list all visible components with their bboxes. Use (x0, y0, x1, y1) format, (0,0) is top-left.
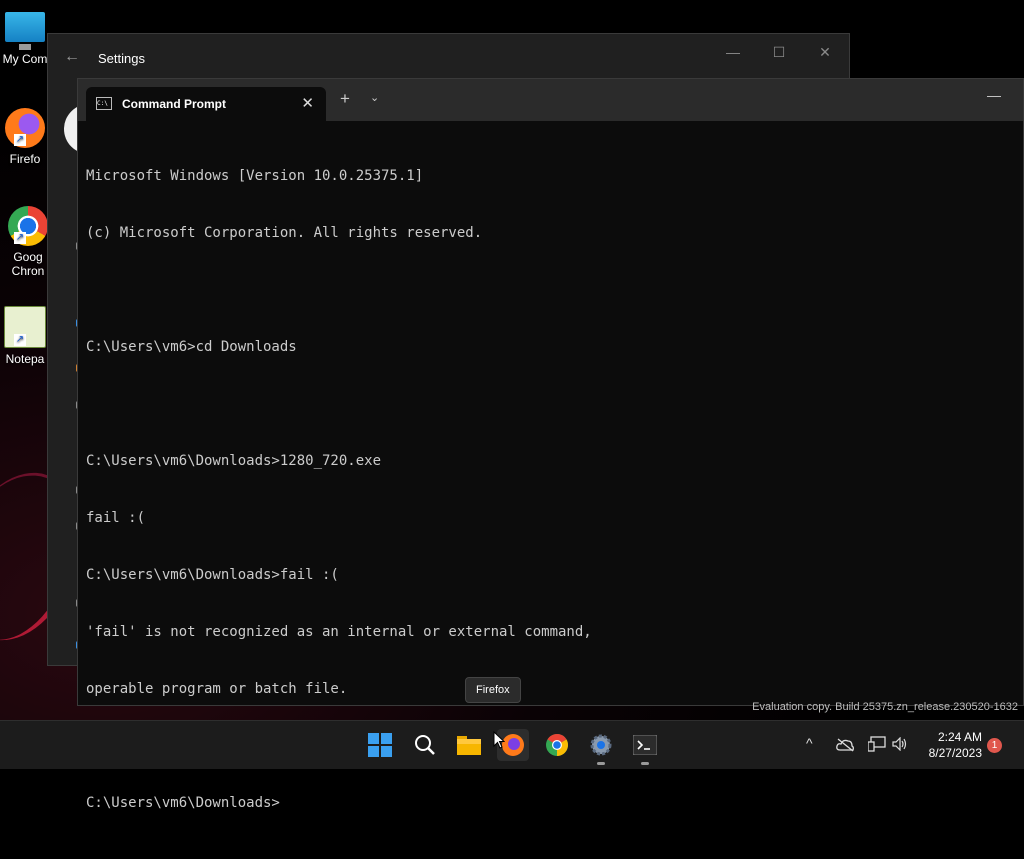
settings-title: Settings (98, 51, 145, 66)
computer-icon (5, 12, 45, 42)
shortcut-arrow-icon: ↗ (14, 232, 26, 244)
desktop-icon-label: Notepa (5, 352, 45, 366)
volume-icon[interactable] (892, 737, 908, 751)
desktop-icon-notepad[interactable]: ↗ Notepa (0, 306, 50, 366)
tab-label: Command Prompt (122, 97, 227, 111)
terminal-taskbar-button[interactable] (629, 729, 661, 765)
start-button[interactable] (364, 729, 396, 761)
desktop-icon-label: Firefo (9, 152, 41, 166)
tab-command-prompt[interactable]: C:\ Command Prompt ✕ (86, 87, 326, 121)
settings-close-button[interactable]: ✕ (810, 44, 840, 61)
settings-titlebar[interactable]: ← Settings — ☐ ✕ (48, 34, 849, 82)
evaluation-watermark: Evaluation copy. Build 25375.zn_release.… (752, 701, 1018, 713)
clock-date: 8/27/2023 (928, 746, 982, 760)
terminal-line: fail :( (86, 510, 146, 526)
new-tab-button[interactable]: + (340, 89, 350, 109)
system-clock[interactable]: 2:24 AM 8/27/2023 (929, 729, 982, 761)
chrome-icon (546, 734, 568, 756)
back-arrow-icon[interactable]: ← (64, 48, 80, 66)
running-indicator (641, 762, 649, 765)
settings-minimize-button[interactable]: — (718, 44, 748, 60)
desktop-icon-label: My Com (2, 52, 48, 66)
shortcut-arrow-icon: ↗ (14, 334, 26, 346)
terminal-titlebar[interactable]: C:\ Command Prompt ✕ + ⌄ — (78, 79, 1023, 121)
show-hidden-icons-button[interactable]: ^ (806, 735, 813, 751)
chevron-down-icon[interactable]: ⌄ (370, 91, 379, 104)
search-button[interactable] (409, 729, 441, 761)
terminal-prompt-line[interactable]: C:\Users\vm6\Downloads> (86, 794, 1015, 813)
desktop-icon-my-computer[interactable]: My Com (0, 10, 50, 66)
shortcut-arrow-icon: ↗ (14, 134, 26, 146)
settings-icon (590, 734, 612, 756)
terminal-line: operable program or batch file. (86, 681, 348, 697)
cmd-icon: C:\ (96, 97, 112, 110)
terminal-line: (c) Microsoft Corporation. All rights re… (86, 225, 483, 241)
chrome-taskbar-button[interactable] (541, 729, 573, 761)
clock-time: 2:24 AM (937, 730, 982, 744)
terminal-line: 'fail' is not recognized as an internal … (86, 624, 592, 640)
taskbar: ^ 2:24 AM 8/27/2023 1 (0, 720, 1024, 769)
desktop-icon-label: Goog Chron (11, 250, 45, 278)
settings-maximize-button[interactable]: ☐ (764, 44, 794, 61)
terminal-line: C:\Users\vm6\Downloads>fail :( (86, 567, 339, 583)
close-icon[interactable]: ✕ (301, 94, 314, 112)
terminal-line: C:\Users\vm6>cd Downloads (86, 339, 297, 355)
search-icon (415, 735, 435, 755)
terminal-minimize-button[interactable]: — (987, 87, 1001, 103)
taskbar-tooltip: Firefox (465, 677, 521, 703)
network-icon[interactable] (868, 736, 886, 752)
onedrive-icon[interactable] (836, 738, 854, 752)
running-indicator (597, 762, 605, 765)
file-explorer-icon (457, 736, 481, 755)
start-icon (368, 733, 392, 757)
command-prompt-window[interactable]: C:\ Command Prompt ✕ + ⌄ — Microsoft Win… (77, 78, 1024, 811)
settings-taskbar-button[interactable] (585, 729, 617, 765)
terminal-icon (633, 735, 657, 755)
terminal-line: Microsoft Windows [Version 10.0.25375.1] (86, 168, 424, 184)
file-explorer-button[interactable] (453, 729, 485, 761)
mouse-cursor-icon (493, 731, 505, 749)
terminal-line: C:\Users\vm6\Downloads>1280_720.exe (86, 453, 382, 469)
desktop-icon-firefox[interactable]: ↗ Firefo (0, 108, 50, 166)
notification-badge[interactable]: 1 (987, 738, 1002, 753)
